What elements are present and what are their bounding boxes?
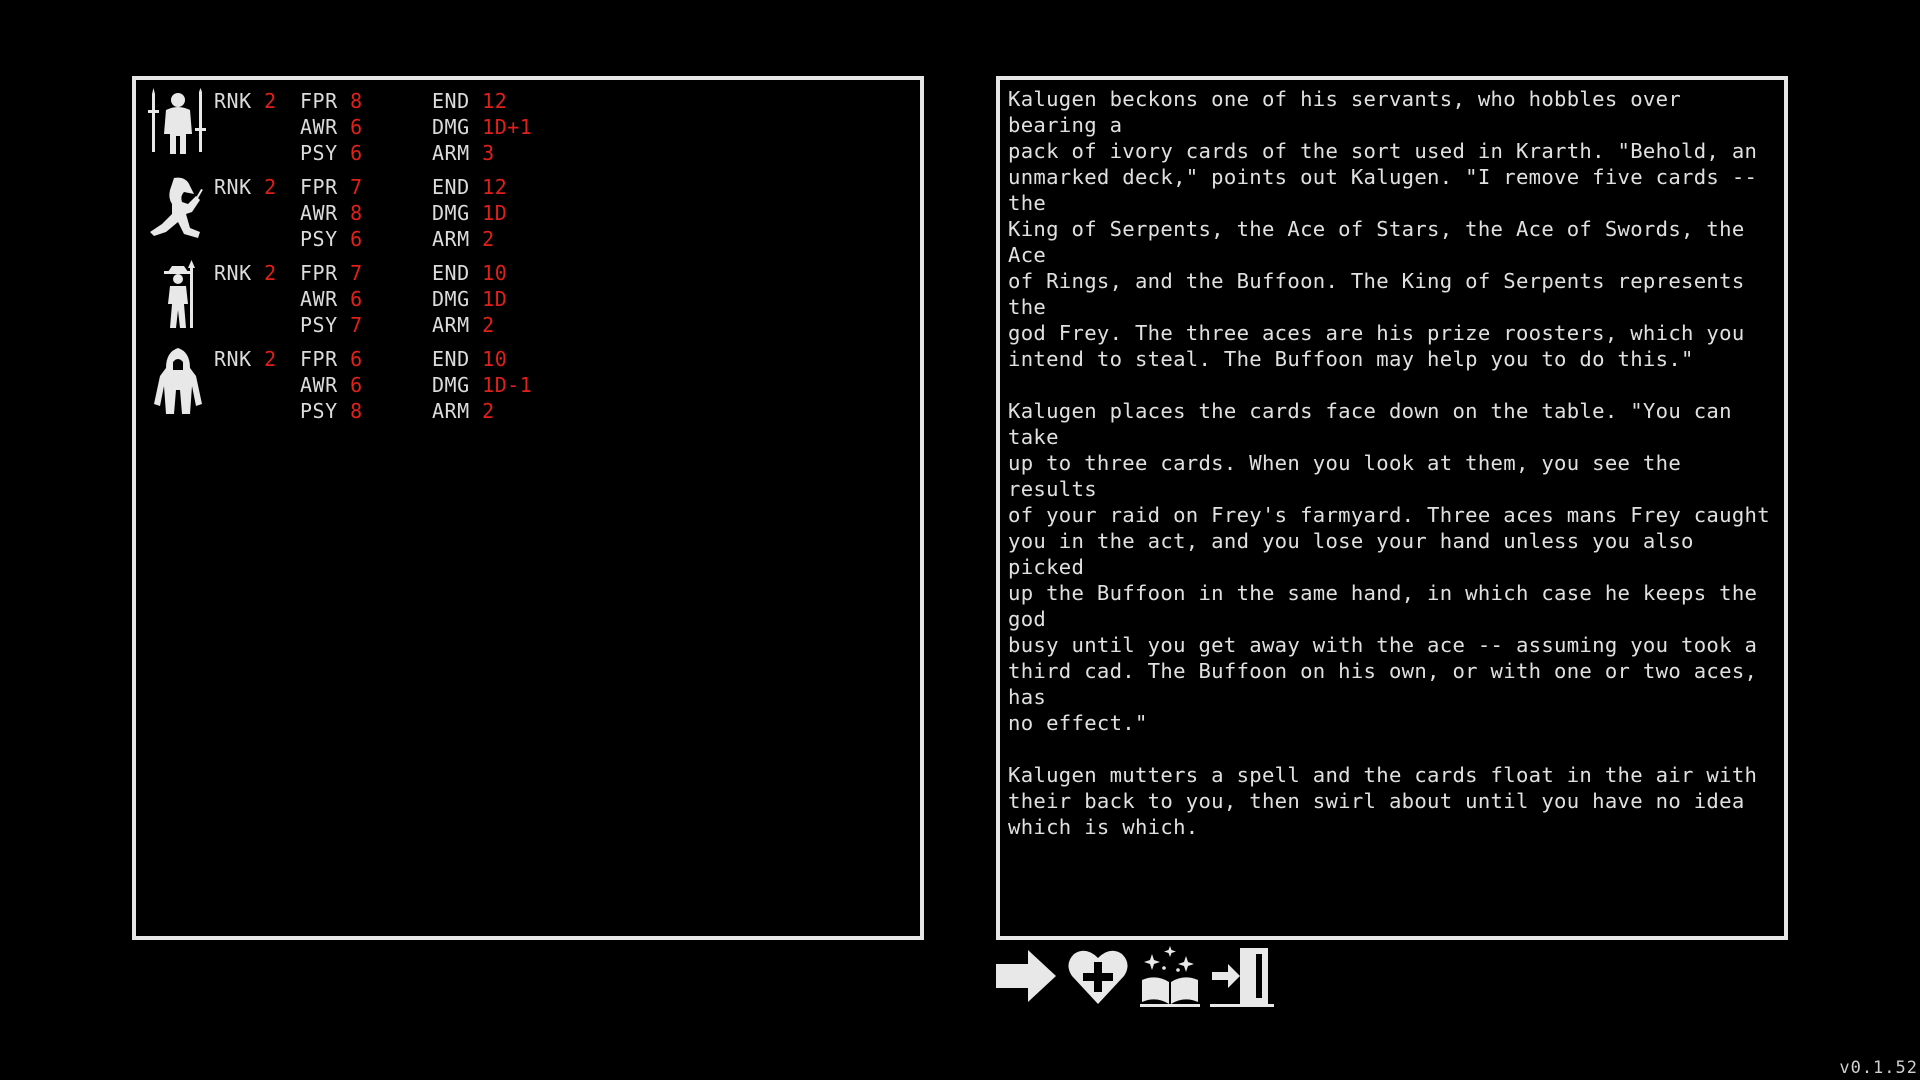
stat-psy: PSY 7 — [300, 313, 363, 337]
party-panel: RNK 2 FPR 8 AWR 6 PSY 6 END 12 DMG 1D+1 … — [132, 76, 924, 940]
stat-awr: AWR 6 — [300, 287, 363, 311]
stat-end: END 10 — [432, 347, 508, 371]
exit-button[interactable] — [1210, 944, 1274, 1008]
stat-fpr: FPR 7 — [300, 261, 363, 285]
stat-end: END 12 — [432, 89, 508, 113]
stat-psy: PSY 8 — [300, 399, 363, 423]
enchanter-icon — [146, 346, 210, 418]
spellbook-button[interactable] — [1138, 944, 1202, 1008]
stat-end: END 10 — [432, 261, 508, 285]
stat-end: END 12 — [432, 175, 508, 199]
character-entry[interactable]: RNK 2 FPR 7 AWR 8 PSY 6 END 12 DMG 1D AR… — [146, 174, 906, 258]
character-entry[interactable]: RNK 2 FPR 7 AWR 6 PSY 7 END 10 DMG 1D AR… — [146, 260, 906, 344]
stat-rnk: RNK 2 — [214, 347, 277, 371]
stat-arm: ARM 2 — [432, 313, 495, 337]
stat-dmg: DMG 1D — [432, 201, 508, 225]
stat-awr: AWR 6 — [300, 115, 363, 139]
warrior-icon — [146, 88, 210, 160]
exit-door-icon — [1210, 948, 1274, 1007]
continue-button[interactable] — [994, 944, 1058, 1008]
heal-button[interactable] — [1066, 944, 1130, 1008]
stat-arm: ARM 3 — [432, 141, 495, 165]
stat-fpr: FPR 7 — [300, 175, 363, 199]
stat-fpr: FPR 6 — [300, 347, 363, 371]
stat-arm: ARM 2 — [432, 399, 495, 423]
stat-psy: PSY 6 — [300, 141, 363, 165]
stat-awr: AWR 6 — [300, 373, 363, 397]
stat-rnk: RNK 2 — [214, 175, 277, 199]
sage-icon — [146, 260, 210, 332]
character-entry[interactable]: RNK 2 FPR 6 AWR 6 PSY 8 END 10 DMG 1D-1 … — [146, 346, 906, 430]
stat-awr: AWR 8 — [300, 201, 363, 225]
stat-rnk: RNK 2 — [214, 261, 277, 285]
stat-dmg: DMG 1D-1 — [432, 373, 533, 397]
stat-dmg: DMG 1D+1 — [432, 115, 533, 139]
stat-psy: PSY 6 — [300, 227, 363, 251]
spellbook-icon — [1140, 946, 1200, 1007]
version-label: v0.1.52 — [1839, 1058, 1918, 1078]
arrow-right-icon — [996, 950, 1056, 1002]
story-text: Kalugen beckons one of his servants, who… — [1008, 87, 1770, 839]
stat-rnk: RNK 2 — [214, 89, 277, 113]
character-entry[interactable]: RNK 2 FPR 8 AWR 6 PSY 6 END 12 DMG 1D+1 … — [146, 88, 906, 172]
heart-plus-icon — [1068, 950, 1128, 1004]
stat-fpr: FPR 8 — [300, 89, 363, 113]
story-panel: Kalugen beckons one of his servants, who… — [996, 76, 1788, 940]
trickster-icon — [146, 174, 210, 246]
stat-dmg: DMG 1D — [432, 287, 508, 311]
stat-arm: ARM 2 — [432, 227, 495, 251]
